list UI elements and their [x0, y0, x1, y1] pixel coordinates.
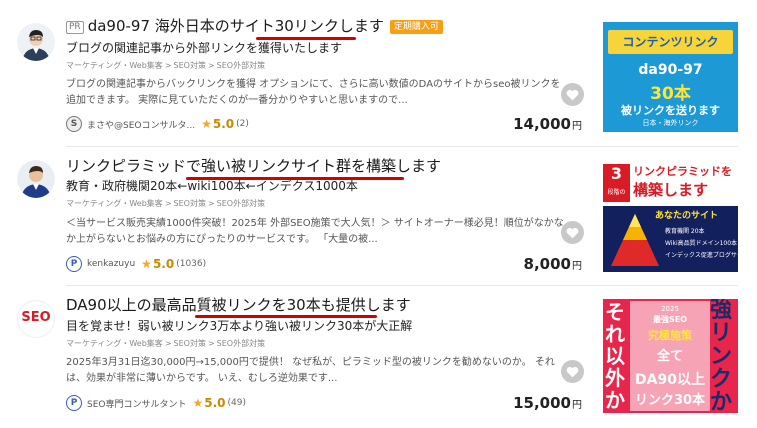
avatar-seo-logo: SEO [21, 310, 51, 325]
heart-icon [566, 89, 579, 100]
thumbnail-text: リンク30本 [634, 393, 706, 408]
rating-value: 5.0 [212, 117, 235, 131]
breadcrumb-item[interactable]: マーケティング・Web集客 [66, 61, 163, 70]
listing-thumbnail[interactable]: それ以外か 強リンクか 2025 最強SEO 究極施策 全て DA90以上 リン… [603, 299, 738, 413]
thumbnail-text: 3 [610, 164, 623, 183]
listing-description: ブログの関連記事からバックリンクを獲得 オプションにて、さらに高い数値のDAのサ… [66, 79, 561, 106]
listing-subtitle: 目を覚ませ！弱い被リンク3万本より強い被リンク30本が大正解 [66, 319, 413, 333]
thumbnail-text: 日本・海外リンク [642, 119, 699, 127]
listing-title[interactable]: DA90以上の最高品質被リンクを30本も提供します [66, 296, 411, 314]
star-icon: ★ [141, 257, 152, 271]
listing-title-row[interactable]: リンクピラミッドで強い被リンクサイト群を構築します [66, 157, 441, 175]
price: 14,000円 [513, 115, 582, 133]
thumbnail-text: 最強SEO [652, 315, 688, 324]
review-count: (1036) [176, 259, 207, 269]
seller-info[interactable]: S まさや@SEOコンサルタ... ★ 5.0 (2) [66, 116, 249, 132]
thumbnail-text: 段階の [607, 189, 626, 196]
favorite-button[interactable] [561, 83, 584, 106]
star-icon: ★ [192, 396, 204, 410]
rating-value: 5.0 [204, 396, 226, 410]
avatar-person-icon [17, 23, 55, 61]
heart-icon [566, 366, 579, 377]
listing-subtitle: 教育・政府機関20本←wiki100本←インデクス1000本 [66, 179, 358, 193]
seller-rank-icon: P [66, 256, 82, 272]
heart-icon [566, 227, 579, 238]
thumbnail-text: インデックス促進ブログサイト 1000本 [665, 252, 738, 259]
review-count: (2) [236, 119, 249, 129]
price: 8,000円 [524, 255, 582, 273]
thumbnail-text: 強リンクか [710, 299, 733, 413]
currency-label: 円 [572, 121, 582, 132]
breadcrumb-item[interactable]: SEO外部対策 [217, 199, 265, 208]
listing-title[interactable]: da90-97 海外日本のサイト30リンクします [88, 17, 384, 35]
breadcrumb: マーケティング・Web集客 > SEO対策 > SEO外部対策 [66, 61, 266, 70]
thumbnail-text: DA90以上 [635, 372, 705, 388]
thumbnail-text: 全て [656, 349, 683, 364]
listing-thumbnail[interactable]: コンテンツリンク da90-97 30本 被リンクを送ります 日本・海外リンク [603, 22, 738, 132]
breadcrumb-item[interactable]: SEO対策 [174, 61, 206, 70]
seller-info[interactable]: P kenkazuyu ★ 5.0 (1036) [66, 256, 206, 272]
thumbnail-text: Wiki高品質ドメイン100本 [665, 240, 738, 247]
breadcrumb-item[interactable]: SEO外部対策 [217, 61, 265, 70]
seller-name[interactable]: まさや@SEOコンサルタ... [87, 118, 195, 131]
listing-title-row[interactable]: DA90以上の最高品質被リンクを30本も提供します [66, 296, 411, 314]
seller-avatar[interactable]: SEO [17, 300, 55, 338]
currency-label: 円 [572, 400, 582, 411]
subscription-badge: 定期購入可 [389, 20, 443, 34]
breadcrumb-item[interactable]: SEO対策 [174, 199, 206, 208]
seller-avatar[interactable] [17, 23, 55, 61]
breadcrumb: マーケティング・Web集客 > SEO対策 > SEO外部対策 [66, 199, 266, 208]
review-count: (49) [227, 398, 246, 408]
seller-info[interactable]: P SEO専門コンサルタント ★ 5.0 (49) [66, 395, 246, 411]
thumbnail-text: それ以外か [605, 300, 625, 412]
thumbnail-text: da90-97 [638, 62, 703, 78]
seller-rank-icon: P [66, 395, 82, 411]
listing-thumbnail[interactable]: 3 段階の リンクピラミッドを 構築します あなたのサイト 教育機関 20本 W… [603, 160, 738, 272]
seller-rank-icon: S [66, 116, 82, 132]
breadcrumb: マーケティング・Web集客 > SEO対策 > SEO外部対策 [66, 339, 266, 348]
seller-name[interactable]: SEO専門コンサルタント [87, 397, 186, 410]
price-value: 15,000 [513, 394, 571, 412]
price-value: 14,000 [513, 115, 571, 133]
breadcrumb-item[interactable]: マーケティング・Web集客 [66, 199, 163, 208]
thumbnail-text: 30本 [650, 84, 691, 104]
thumbnail-text: 究極施策 [648, 329, 692, 342]
listing-description: 2025年3月31日迄30,000円→15,000円で提供！ なぜ私が、ピラミッ… [66, 357, 555, 384]
thumbnail-text: 構築します [633, 181, 709, 199]
avatar-person-icon [17, 160, 55, 198]
favorite-button[interactable] [561, 221, 584, 244]
thumbnail-text: 教育機関 20本 [665, 228, 705, 235]
favorite-button[interactable] [561, 360, 584, 383]
listing-title[interactable]: リンクピラミッドで強い被リンクサイト群を構築します [66, 157, 441, 175]
star-icon: ★ [201, 117, 212, 131]
pr-label: PR [66, 21, 84, 34]
price: 15,000円 [513, 394, 582, 412]
price-value: 8,000 [523, 255, 571, 273]
breadcrumb-item[interactable]: マーケティング・Web集客 [66, 339, 163, 348]
breadcrumb-item[interactable]: SEO外部対策 [217, 339, 265, 348]
thumbnail-text: 2025 [661, 305, 679, 313]
listing-divider [66, 285, 738, 286]
thumbnail-text: 被リンクを送ります [621, 104, 720, 117]
seller-avatar[interactable] [17, 160, 55, 198]
thumbnail-text: コンテンツリンク [622, 35, 719, 49]
breadcrumb-item[interactable]: SEO対策 [174, 339, 206, 348]
rating-value: 5.0 [152, 257, 175, 271]
listing-description: ＜当サービス販売実績1000件突破！2025年 外部SEO施策で大人気！＞ サイ… [66, 218, 564, 245]
seller-name[interactable]: kenkazuyu [87, 259, 135, 269]
thumbnail-text: リンクピラミッドを [633, 165, 732, 178]
listing-title-row[interactable]: PR da90-97 海外日本のサイト30リンクします 定期購入可 [66, 17, 443, 35]
currency-label: 円 [572, 261, 582, 272]
thumbnail-text: あなたのサイト [655, 211, 719, 221]
listing-divider [66, 146, 738, 147]
listing-subtitle: ブログの関連記事から外部リンクを獲得いたします [66, 41, 343, 55]
